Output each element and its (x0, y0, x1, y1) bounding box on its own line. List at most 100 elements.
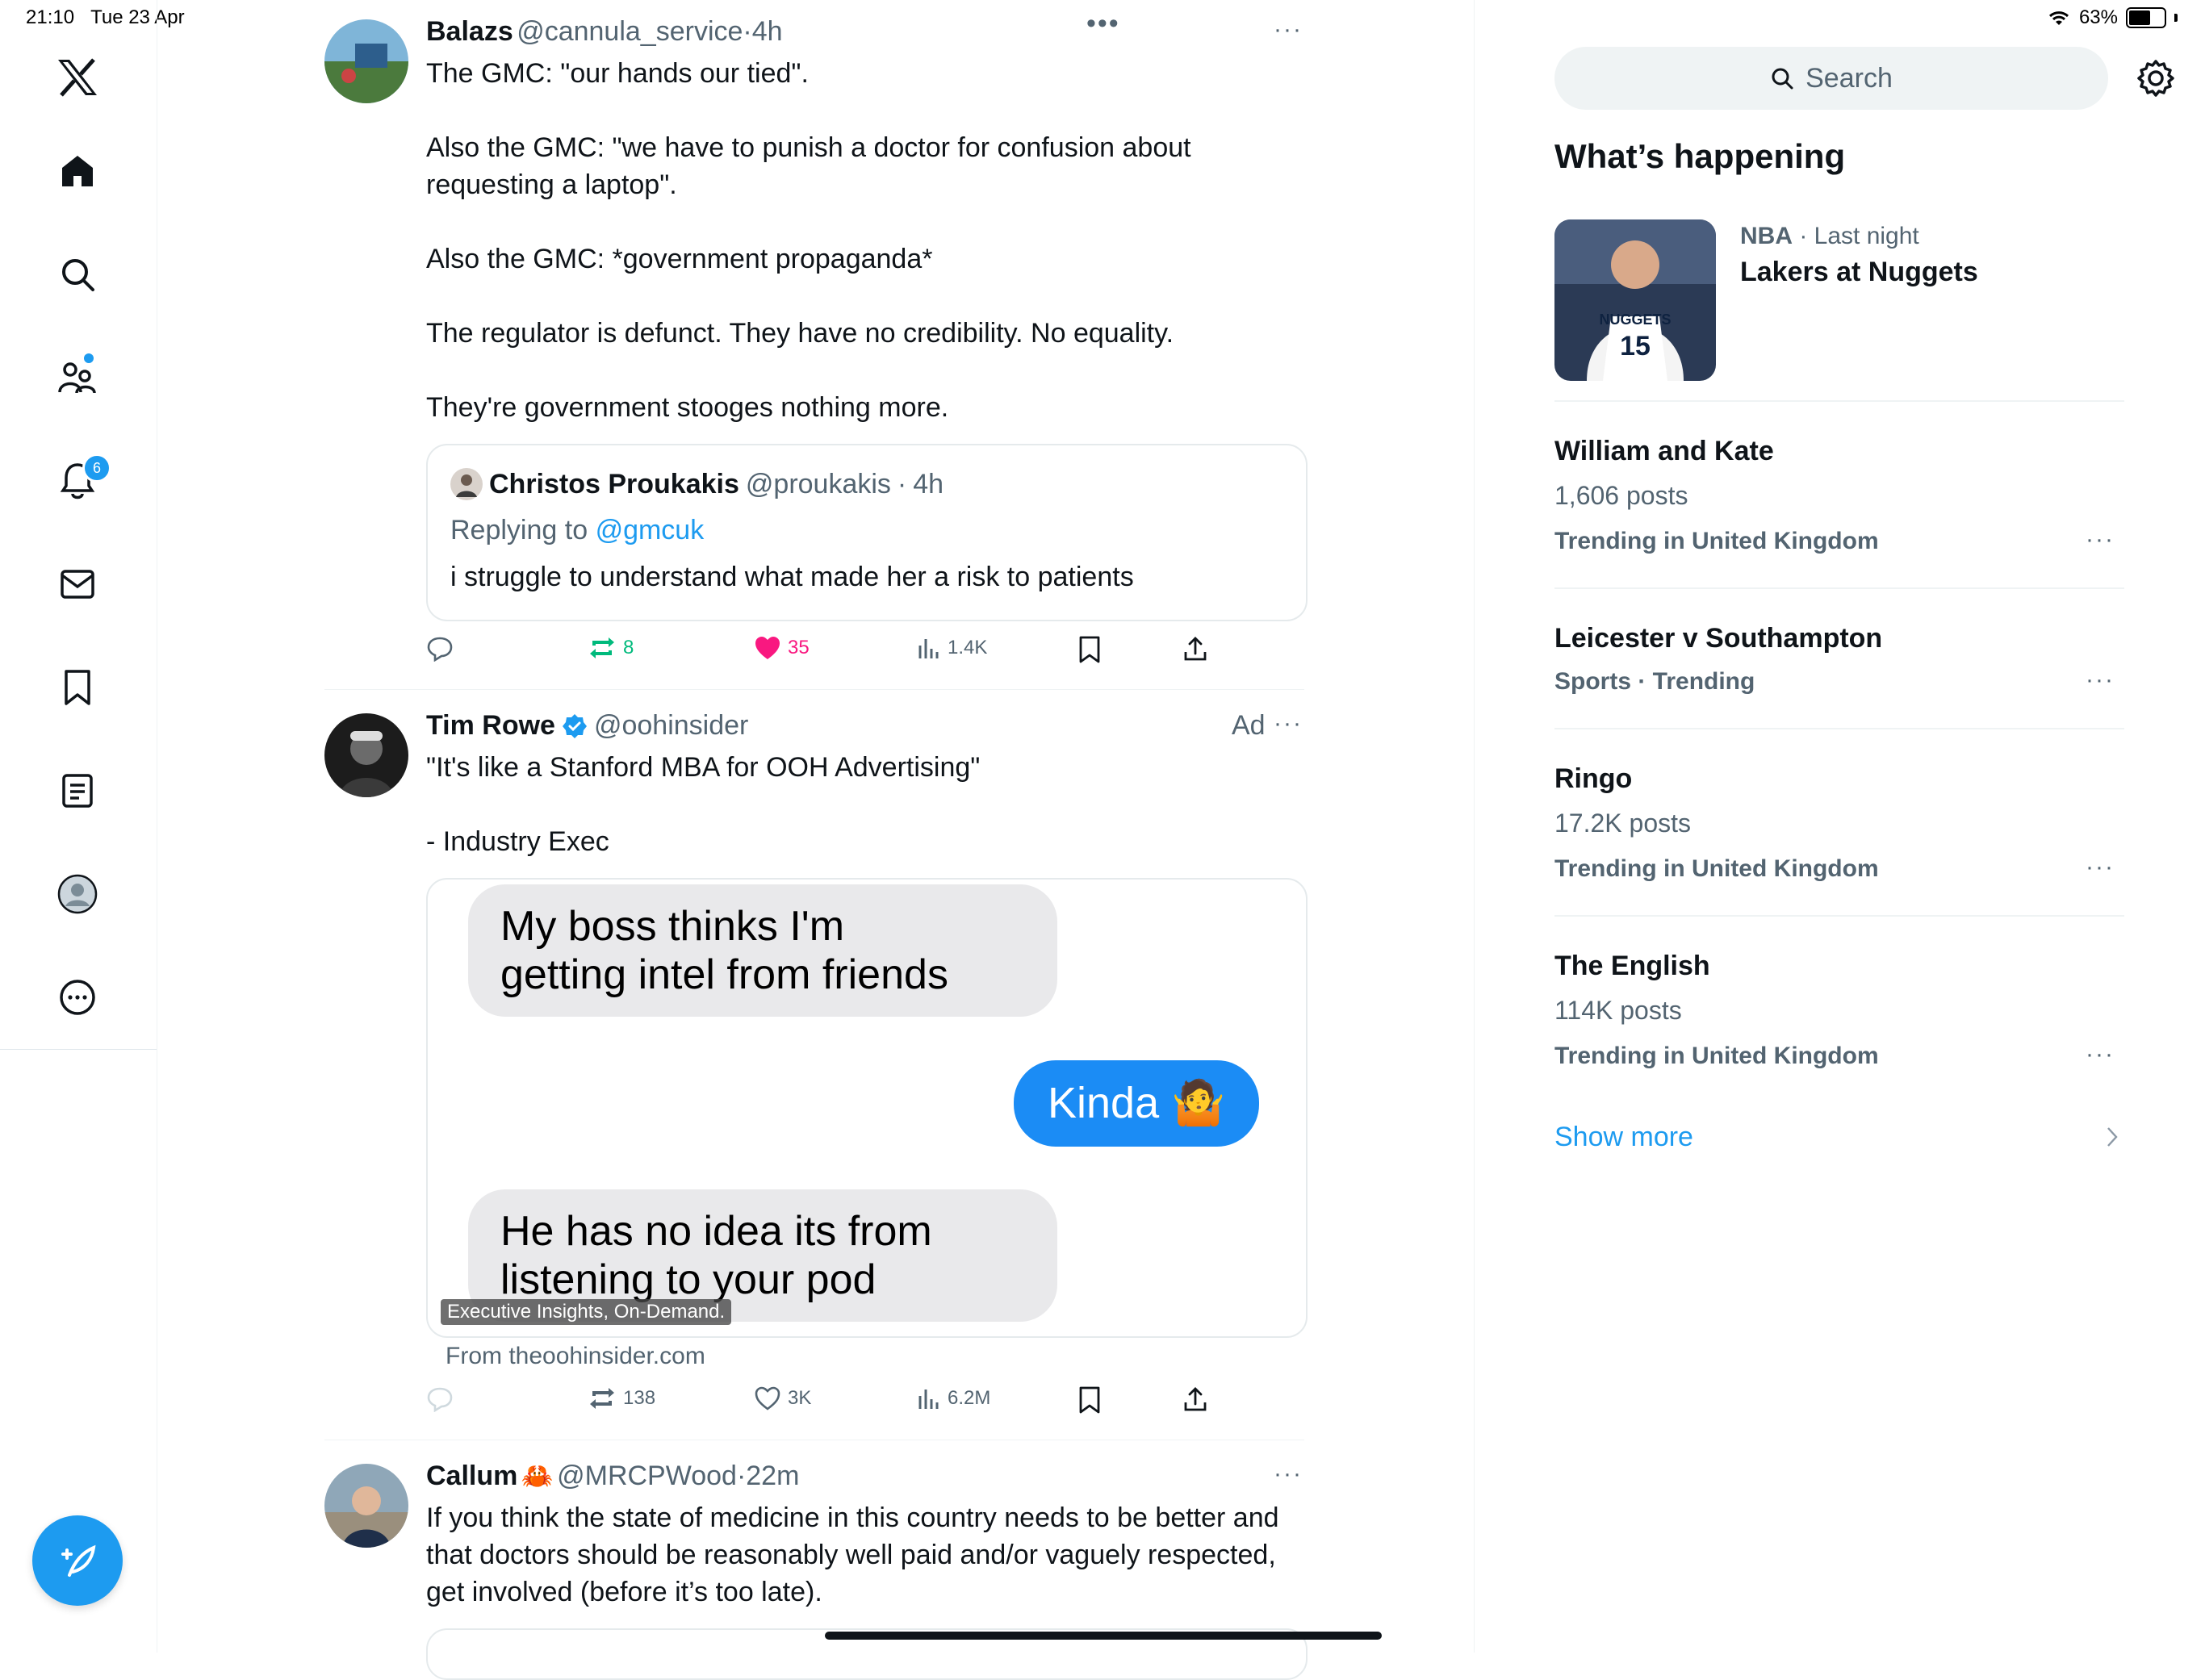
bookmark-button[interactable] (1078, 636, 1101, 663)
trend-title[interactable]: Ringo (1554, 763, 1632, 795)
post-time[interactable]: 22m (746, 1461, 799, 1491)
post-author-name[interactable]: Tim Rowe (426, 710, 555, 742)
post-avatar[interactable] (324, 713, 408, 797)
repost-button[interactable]: 8 (588, 636, 634, 660)
share-button[interactable] (1183, 636, 1207, 662)
trend-more-icon[interactable]: ··· (2086, 854, 2115, 881)
like-count: 35 (788, 637, 810, 658)
like-button[interactable]: 35 (754, 636, 810, 660)
post-header: Callum 🦀 @MRCPWood·22m (426, 1461, 799, 1492)
quoted-post[interactable]: Christos Proukakis @proukakis · 4h Replyin… (426, 444, 1308, 621)
repost-icon (590, 637, 614, 658)
verified-badge-icon (562, 713, 587, 738)
post-author-name[interactable]: Callum (426, 1461, 517, 1491)
trend-more-icon[interactable]: ··· (2086, 526, 2115, 554)
trend-separator (1554, 728, 2124, 729)
ad-label: Ad (1232, 710, 1266, 741)
quote-author-handle[interactable]: @proukakis (746, 469, 891, 500)
notifications-bell-icon[interactable]: 6 (53, 453, 111, 505)
quote-author-name[interactable]: Christos Proukakis (489, 469, 739, 500)
repost-count: 138 (623, 1387, 656, 1409)
repost-button[interactable]: 138 (588, 1386, 655, 1410)
quote-time: 4h (913, 468, 944, 499)
replying-to-link[interactable]: @gmcuk (596, 515, 705, 545)
share-icon (1184, 1387, 1207, 1411)
home-icon[interactable] (53, 147, 102, 195)
multitasking-dots[interactable]: ••• (1086, 8, 1120, 40)
like-count: 3K (788, 1387, 812, 1409)
trend-separator (1554, 915, 2124, 917)
bookmark-icon (1079, 636, 1100, 663)
ad-image[interactable]: My boss thinks I'm getting intel from fr… (426, 878, 1308, 1338)
trend-title[interactable]: The English (1554, 951, 1710, 982)
reply-icon (427, 1387, 453, 1412)
trend-context: Trending in United Kingdom (1554, 855, 1879, 882)
separator-dot: · (897, 468, 907, 499)
x-logo-icon[interactable] (53, 53, 102, 102)
bookmarks-icon[interactable] (53, 663, 102, 712)
trend-separator (1554, 400, 2124, 402)
show-more-link[interactable]: Show more (1554, 1122, 1693, 1153)
trend-more-icon[interactable]: ··· (2086, 1041, 2115, 1068)
featured-event-thumbnail[interactable]: NUGGETS 15 (1554, 219, 1716, 381)
featured-title[interactable]: Lakers at Nuggets (1740, 257, 1978, 288)
battery-percent: 63% (2078, 6, 2118, 28)
home-indicator[interactable] (825, 1632, 1382, 1640)
views-button[interactable]: 1.4K (917, 636, 987, 660)
heart-filled-icon (755, 637, 780, 659)
quote-text: i struggle to understand what made her a… (450, 562, 1134, 592)
post-author-name[interactable]: Balazs (426, 16, 513, 47)
trend-more-icon[interactable]: ··· (2086, 667, 2115, 694)
post-avatar[interactable] (324, 19, 408, 103)
communities-icon[interactable] (53, 353, 102, 402)
like-button[interactable]: 3K (754, 1386, 811, 1410)
post-more-icon[interactable]: ··· (1274, 16, 1303, 44)
messages-envelope-icon[interactable] (53, 560, 102, 608)
jersey-number-text: 15 (1620, 331, 1651, 361)
bookmark-button[interactable] (1078, 1386, 1101, 1414)
ad-source-link[interactable]: From theoohinsider.com (446, 1343, 705, 1370)
post-text: The GMC: "our hands our tied". Also the … (426, 58, 1191, 423)
post-author-handle[interactable]: @cannula_service (517, 16, 743, 47)
feather-plus-icon (61, 1544, 96, 1577)
jersey-team-text: NUGGETS (1599, 311, 1671, 328)
share-button[interactable] (1183, 1386, 1207, 1412)
trend-title[interactable]: Leicester v Southampton (1554, 623, 1882, 654)
reply-button[interactable] (426, 1386, 460, 1412)
post-more-icon[interactable]: ··· (1274, 1461, 1303, 1488)
profile-avatar-icon[interactable] (53, 870, 102, 918)
ad-image-caption: Executive Insights, On-Demand. (441, 1299, 732, 1325)
featured-time: Last night (1814, 223, 1919, 249)
post-author-handle[interactable]: @oohinsider (594, 710, 748, 742)
explore-search-icon[interactable] (53, 250, 102, 299)
post-author-handle[interactable]: @MRCPWood (557, 1461, 737, 1491)
post-separator (324, 689, 1304, 690)
post-header: Tim Rowe @oohinsider (426, 710, 748, 742)
post-avatar[interactable] (324, 1464, 408, 1548)
search-input[interactable]: Search (1554, 47, 2108, 110)
search-placeholder: Search (1805, 62, 1893, 94)
shrug-emoji: 🤷 (1171, 1079, 1226, 1127)
heart-outline-icon (755, 1386, 780, 1410)
trend-post-count: 1,606 posts (1554, 481, 1688, 510)
chat-bubble-sent-text: Kinda (1048, 1079, 1160, 1127)
post-header: Balazs @cannula_service·4h (426, 16, 783, 48)
repost-count: 8 (623, 637, 634, 658)
post-time[interactable]: 4h (752, 16, 783, 47)
repost-icon (590, 1388, 614, 1409)
more-options-icon[interactable] (53, 973, 102, 1022)
trend-title[interactable]: William and Kate (1554, 436, 1774, 467)
quote-avatar[interactable] (450, 468, 483, 500)
reply-button[interactable] (426, 636, 460, 662)
replying-prefix: Replying to (450, 515, 588, 545)
quote-header: Christos Proukakis @proukakis · 4h (450, 468, 944, 500)
search-icon (1772, 68, 1793, 90)
post-more-icon[interactable]: ··· (1274, 710, 1303, 738)
trend-post-count: 114K posts (1554, 996, 1682, 1025)
views-button[interactable]: 6.2M (917, 1386, 990, 1410)
settings-gear-icon[interactable] (2136, 58, 2176, 98)
chevron-right-icon[interactable] (2105, 1125, 2119, 1153)
compose-post-button[interactable] (32, 1515, 123, 1606)
wifi-icon (2048, 11, 2069, 25)
lists-icon[interactable] (53, 767, 102, 815)
